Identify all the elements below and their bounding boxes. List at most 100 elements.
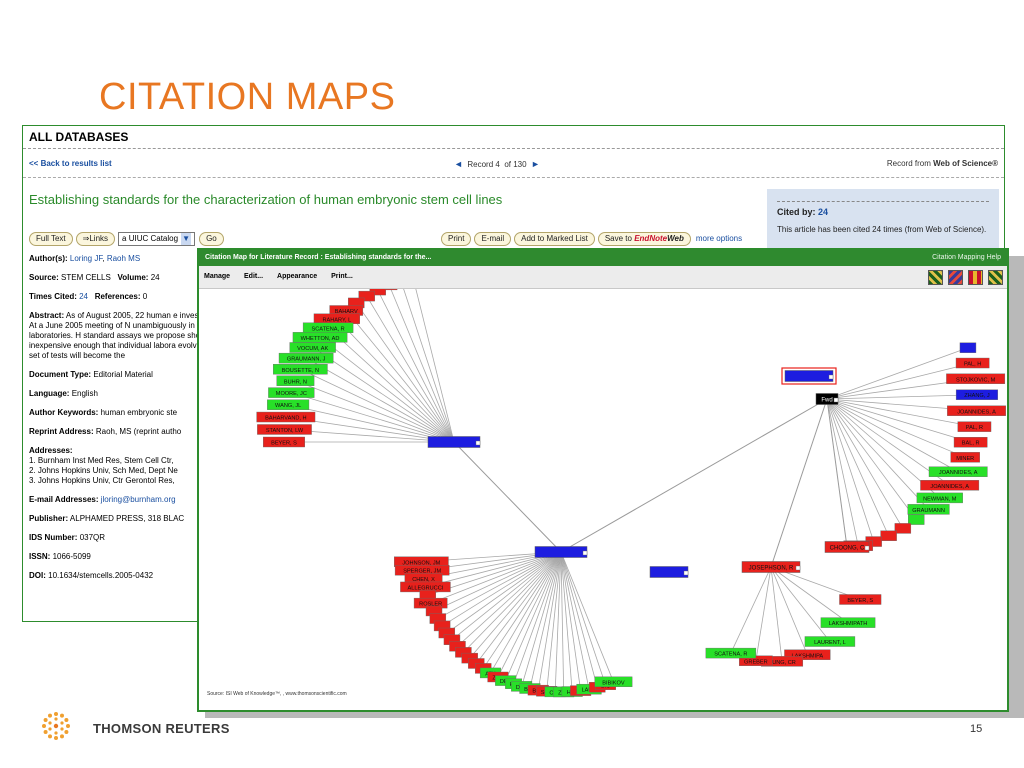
doi-value: 10.1634/stemcells.2005-0432 <box>48 571 154 580</box>
citation-node[interactable] <box>908 514 925 525</box>
email-link[interactable]: jloring@burnham.org <box>101 495 176 504</box>
citation-hub-node[interactable]: Fwd <box>815 393 839 405</box>
authors-label: Author(s): <box>29 254 68 263</box>
full-text-button[interactable]: Full Text <box>29 232 73 246</box>
citation-node-label: GREBER <box>744 659 768 665</box>
references-label: References: <box>94 292 141 301</box>
citation-node[interactable]: SCATENA, R <box>705 647 757 659</box>
citation-node[interactable]: STOJKOVIC, M <box>946 373 1006 384</box>
citation-hub-node[interactable] <box>784 370 834 382</box>
pager-prefix: Record <box>467 160 494 169</box>
citation-node[interactable]: LAURENT, L <box>804 636 856 647</box>
citation-node-label: PAL, R <box>966 425 983 431</box>
menu-manage[interactable]: Manage <box>204 266 230 288</box>
times-cited-link[interactable]: 24 <box>79 292 88 301</box>
address-line: 1. Burnham Inst Med Res, Stem Cell Ctr, <box>29 456 174 465</box>
thomson-reuters-logo-icon <box>42 712 70 740</box>
record-source: Record from Web of Science® <box>887 159 998 168</box>
citation-node[interactable]: MINER <box>950 452 980 463</box>
cited-by-count-link[interactable]: 24 <box>818 207 828 217</box>
citation-node[interactable]: BOUSETTE, N <box>273 364 328 375</box>
citation-node[interactable]: VOCUM, AK <box>289 342 336 353</box>
menu-edit[interactable]: Edit... <box>244 266 263 288</box>
add-to-marked-list-button[interactable]: Add to Marked List <box>514 232 595 246</box>
citation-node[interactable]: BAHARVAND, H <box>256 411 316 423</box>
citation-link <box>319 337 455 443</box>
previous-record-icon[interactable]: ◄ <box>454 159 463 169</box>
language-label: Language: <box>29 389 70 398</box>
citation-node[interactable] <box>894 523 912 534</box>
citation-node[interactable]: SCATENA, R <box>302 322 354 333</box>
citation-link <box>336 318 455 443</box>
menu-print[interactable]: Print... <box>331 266 353 288</box>
citation-map-canvas[interactable]: BAHARVRAHARY, LSCATENA, RWHETTON, ADVOCU… <box>199 250 1007 710</box>
save-to-endnote-button[interactable]: Save to EndNoteWeb <box>597 232 691 246</box>
tree-icon[interactable] <box>968 270 983 285</box>
citation-node[interactable]: WHETTON, AD <box>292 332 348 343</box>
citation-node[interactable] <box>959 342 977 353</box>
zoom-in-icon[interactable] <box>928 270 943 285</box>
citation-node-label: BAL, R <box>962 441 980 447</box>
citation-hub-node[interactable]: JOSEPHSON, R <box>741 561 801 573</box>
catalog-select-value: a UIUC Catalog <box>122 234 179 243</box>
catalog-select[interactable]: a UIUC Catalog ▼ <box>118 232 196 246</box>
next-record-icon[interactable]: ► <box>531 159 540 169</box>
back-to-results-link[interactable]: << Back to results list <box>29 159 112 168</box>
citation-map-title: Citation Map for Literature Record : Est… <box>205 254 432 261</box>
citation-node[interactable]: MOORE, JC <box>268 387 315 398</box>
links-button[interactable]: ⇒Links <box>75 232 116 246</box>
citation-map-menubar: Manage Edit... Appearance Print... <box>199 266 1007 289</box>
citation-node-label: WHETTON, AD <box>301 336 340 342</box>
menu-appearance[interactable]: Appearance <box>277 266 317 288</box>
citation-node-label: LAKSHMIPATH <box>829 621 868 627</box>
go-button[interactable]: Go <box>199 232 224 246</box>
citation-node[interactable]: JOANNIDES, A <box>947 405 1006 416</box>
citation-link <box>441 551 562 627</box>
citation-node[interactable]: ZHANG, J <box>955 389 998 400</box>
citation-mapping-help-link[interactable]: Citation Mapping Help <box>932 250 1001 266</box>
zoom-out-icon[interactable] <box>948 270 963 285</box>
citation-hub-node[interactable] <box>534 546 588 558</box>
database-header: ALL DATABASES <box>23 126 1004 149</box>
citation-node[interactable]: BIBIKOV <box>594 676 633 688</box>
citation-hub-node[interactable] <box>649 566 689 578</box>
author-link[interactable]: Loring JF <box>70 254 102 263</box>
citation-hub-label: CHOONG, C <box>830 546 865 552</box>
citation-node[interactable]: PAL, R <box>957 421 992 432</box>
citation-node[interactable]: JOANNIDES, A <box>920 480 980 491</box>
print-button[interactable]: Print <box>441 232 472 246</box>
citation-hub-node[interactable]: CHOONG, C <box>824 541 870 553</box>
citation-link <box>755 566 772 661</box>
export-icon[interactable] <box>988 270 1003 285</box>
citation-node-label: STOJKOVIC, M <box>956 377 996 383</box>
citation-node[interactable]: GRAUMANN <box>907 504 950 515</box>
citation-node[interactable]: JOANNIDES, A <box>928 466 988 477</box>
citation-link <box>770 566 831 642</box>
citation-node[interactable]: BAL, R <box>953 437 988 448</box>
citation-hub-node[interactable] <box>427 436 481 448</box>
abstract-label: Abstract: <box>29 311 65 320</box>
citation-node[interactable]: NEWMAN, M <box>916 492 963 504</box>
citation-node-label: SCATENA, R <box>312 326 345 332</box>
author-link[interactable]: Raoh MS <box>107 254 140 263</box>
citation-node-label: MOORE, JC <box>276 391 307 397</box>
citation-node[interactable]: BEYER, S <box>262 436 305 448</box>
links-label: Links <box>89 234 109 243</box>
citation-link <box>826 398 959 473</box>
record-toolbar-left: Full Text ⇒Links a UIUC Catalog ▼ Go <box>29 232 227 246</box>
citation-link <box>312 347 455 443</box>
citation-node[interactable]: WANG, JL <box>267 399 310 410</box>
citation-node[interactable]: PAL, H <box>955 357 990 369</box>
citation-node[interactable]: GRAUMANN, J <box>278 352 334 364</box>
citation-node[interactable]: BEYER, S <box>839 594 882 605</box>
citation-link <box>377 289 455 443</box>
source-value: STEM CELLS <box>61 273 111 282</box>
record-index: 4 <box>495 160 500 169</box>
email-button[interactable]: E-mail <box>474 232 512 246</box>
citation-node[interactable]: LAKSHMIPATH <box>820 617 876 628</box>
citation-node[interactable]: STANTON, LW <box>257 424 312 435</box>
more-options-link[interactable]: more options <box>696 234 742 243</box>
citation-node[interactable] <box>880 530 897 541</box>
citation-node[interactable]: RAHARY, L <box>313 313 360 324</box>
citation-node[interactable]: BUHR, N <box>276 375 315 386</box>
